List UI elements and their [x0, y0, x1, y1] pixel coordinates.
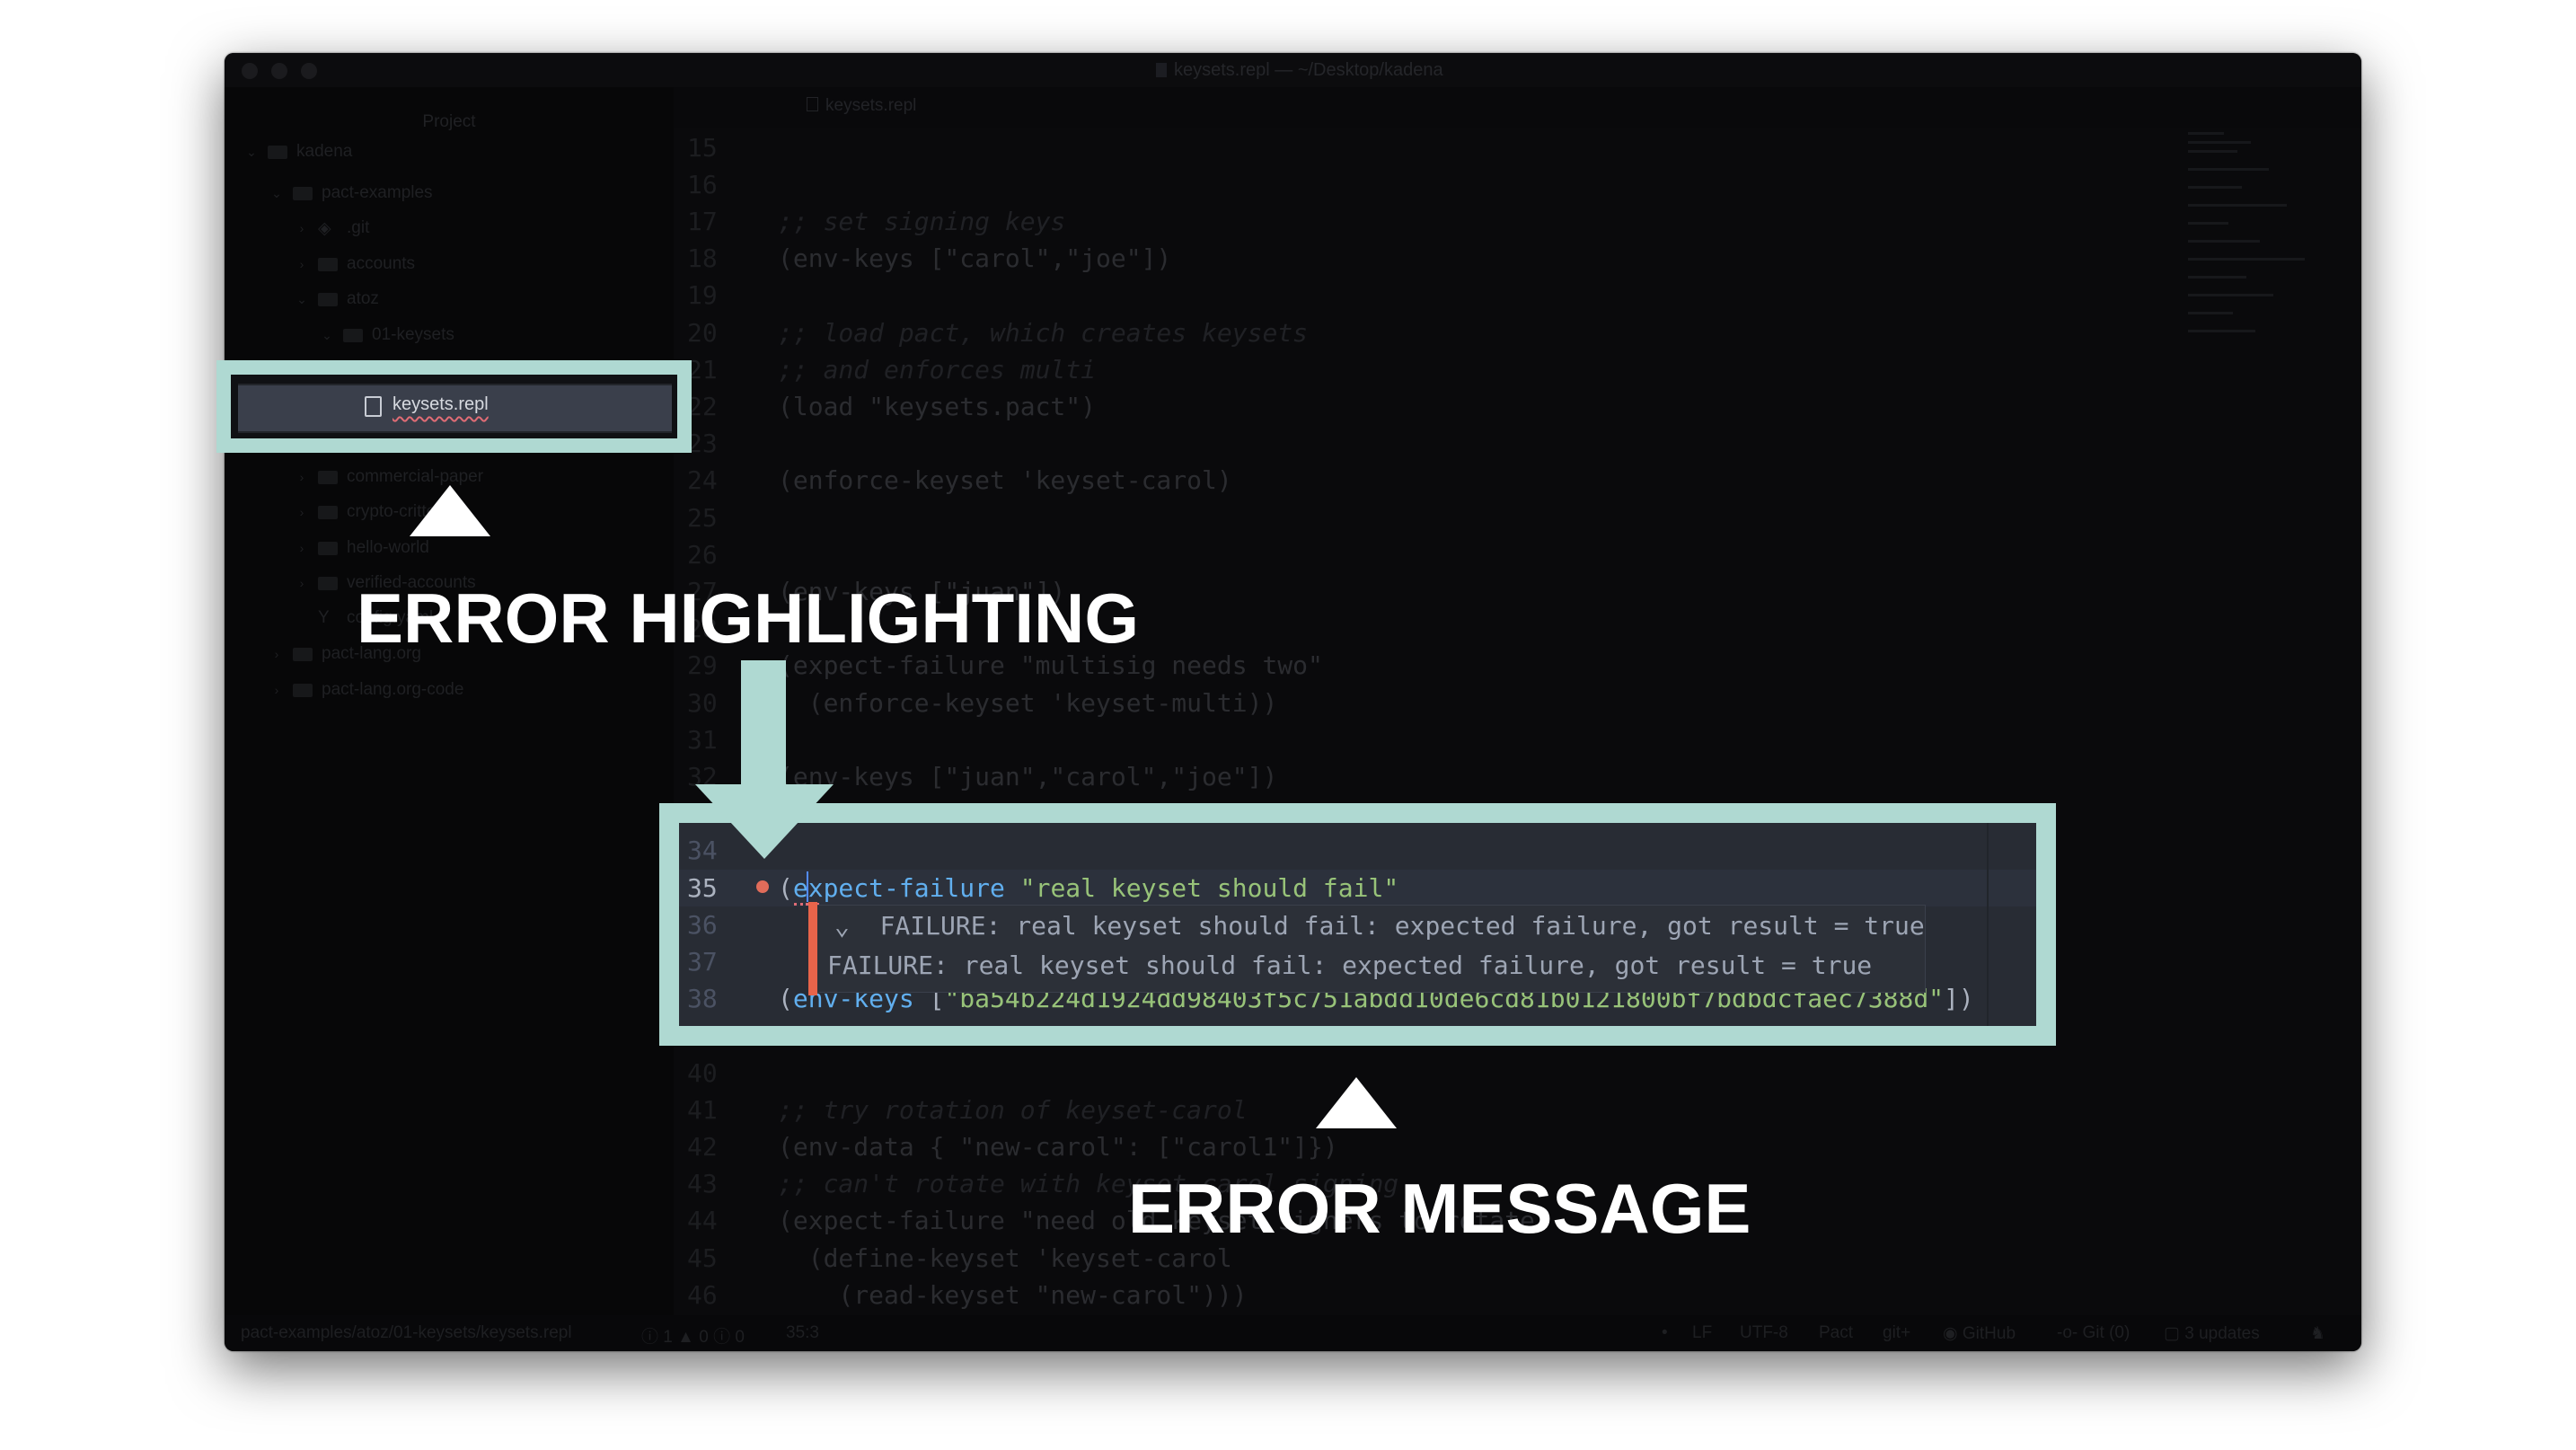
diagnostics-summary[interactable]: ⓘ 1 ▲ 0 ⓘ 0	[641, 1323, 745, 1348]
status-bar: pact-examples/atoz/01-keysets/keysets.re…	[225, 1315, 2361, 1351]
file-path[interactable]: pact-examples/atoz/01-keysets/keysets.re…	[241, 1323, 572, 1343]
zoom-button[interactable]	[301, 63, 317, 79]
project-tree: Project ⌄ kadena ⌄ pact-examples › ◈ .git › acco…	[225, 87, 674, 1318]
tree-item-label: accounts	[347, 254, 416, 273]
pointer-up-icon	[1316, 1077, 1397, 1128]
editor-window: keysets.repl — ~/Desktop/kadena Project …	[225, 53, 2361, 1351]
chevron-right-icon: ›	[274, 647, 279, 661]
project-header: Project	[422, 112, 476, 131]
chevron-right-icon: ›	[299, 470, 304, 484]
folder-icon	[343, 328, 363, 342]
chevron-down-icon: ⌄	[271, 185, 282, 200]
close-button[interactable]	[242, 63, 258, 79]
package-icon: ▢	[2164, 1324, 2180, 1343]
tree-item-label: kadena	[296, 142, 353, 161]
chevron-right-icon: ›	[299, 505, 304, 519]
annotation-error-highlighting: ERROR HIGHLIGHTING	[357, 579, 1139, 658]
line-ending[interactable]: LF	[1692, 1323, 1712, 1343]
warning-icon: ▲	[677, 1328, 694, 1347]
chevron-right-icon: ›	[299, 541, 304, 555]
error-icon: ⓘ	[641, 1328, 659, 1347]
pointer-up-icon	[410, 485, 490, 536]
chevron-right-icon: ›	[274, 683, 279, 697]
folder-icon	[318, 505, 338, 519]
minimap[interactable]	[2188, 132, 2314, 357]
tree-item[interactable]: ⌄ 01-keysets	[320, 319, 454, 351]
chevron-down-icon: ⌄	[322, 327, 332, 342]
folder-icon	[268, 145, 287, 159]
tree-item-label: commercial-paper	[347, 467, 484, 486]
github-button[interactable]: ◉ GitHub	[1943, 1323, 2016, 1344]
status-dot-icon: •	[1662, 1323, 1668, 1342]
tree-item-label: pact-examples	[322, 183, 433, 202]
git-plus[interactable]: git+	[1883, 1323, 1910, 1343]
folder-icon	[318, 257, 338, 271]
folder-icon	[318, 576, 338, 590]
info-icon: ⓘ	[713, 1328, 731, 1347]
tree-item[interactable]: › accounts	[295, 248, 415, 280]
arrow-down-head-icon	[695, 784, 834, 859]
tree-item[interactable]: ⌄ kadena	[244, 136, 352, 168]
folder-icon	[318, 541, 338, 555]
folder-icon	[293, 186, 313, 200]
squirrel-icon[interactable]: ♞	[2310, 1323, 2325, 1344]
git-button[interactable]: -o- Git (0)	[2057, 1323, 2130, 1343]
grammar[interactable]: Pact	[1819, 1323, 1853, 1343]
highlight-box-editor	[659, 803, 2056, 1046]
tree-item-label: pact-lang.org-code	[322, 680, 464, 699]
cursor-position[interactable]: 35:3	[786, 1323, 819, 1343]
chevron-down-icon: ⌄	[246, 144, 257, 159]
git-icon: ◈	[318, 218, 331, 238]
tree-item-label: atoz	[347, 289, 379, 308]
chevron-right-icon: ›	[299, 576, 304, 590]
chevron-right-icon: ›	[299, 221, 304, 235]
chevron-down-icon: ⌄	[296, 291, 307, 306]
yaml-icon: Y	[318, 608, 330, 627]
title-bar: keysets.repl — ~/Desktop/kadena	[225, 53, 2361, 87]
folder-icon	[293, 683, 313, 697]
highlight-box-sidebar	[216, 360, 692, 453]
encoding[interactable]: UTF-8	[1740, 1323, 1788, 1343]
tree-item[interactable]: › pact-lang.org-code	[269, 674, 464, 706]
tree-item[interactable]: ⌄ pact-examples	[269, 177, 433, 209]
annotation-error-message: ERROR MESSAGE	[1128, 1169, 1751, 1248]
arrow-down-icon	[741, 660, 786, 786]
folder-icon	[318, 470, 338, 484]
updates-button[interactable]: ▢ 3 updates	[2164, 1323, 2260, 1344]
tree-item[interactable]: ⌄ atoz	[295, 283, 379, 315]
tree-item[interactable]: › ◈ .git	[295, 212, 370, 244]
chevron-right-icon: ›	[299, 257, 304, 271]
window-title: keysets.repl — ~/Desktop/kadena	[1156, 60, 1443, 81]
tree-item[interactable]: › hello-world	[295, 532, 429, 564]
github-icon: ◉	[1943, 1324, 1958, 1343]
git-commit-icon: -o-	[2057, 1323, 2078, 1342]
tree-item-label: hello-world	[347, 538, 429, 557]
file-icon	[1156, 63, 1167, 77]
minimize-button[interactable]	[271, 63, 287, 79]
file-icon	[807, 97, 818, 111]
tree-item-label: .git	[347, 218, 370, 237]
tree-item-label: 01-keysets	[372, 325, 454, 344]
tab-keysets-repl[interactable]: keysets.repl	[807, 96, 916, 116]
tab-bar: keysets.repl	[674, 87, 2361, 128]
folder-icon	[293, 647, 313, 661]
folder-icon	[318, 292, 338, 306]
